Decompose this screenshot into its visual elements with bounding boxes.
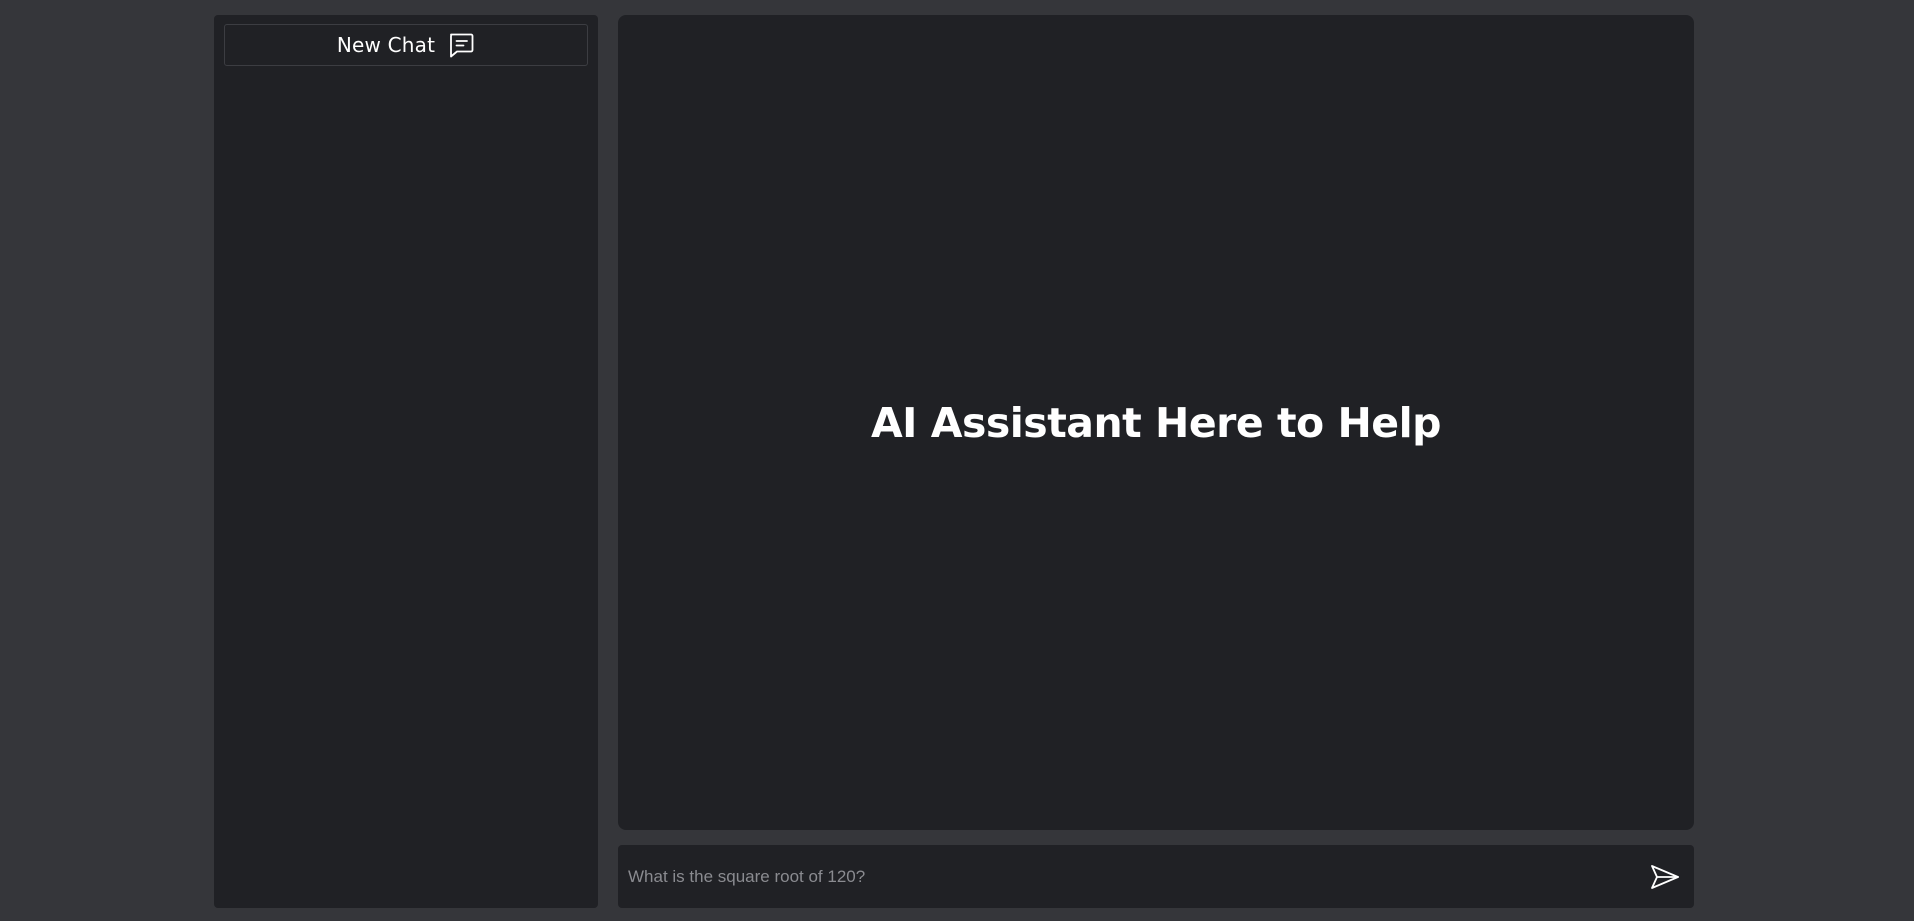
send-button[interactable] [1648, 860, 1682, 894]
chat-bubble-icon [447, 31, 475, 59]
hero-title: AI Assistant Here to Help [870, 398, 1442, 447]
composer-bar [618, 845, 1694, 908]
chat-area: AI Assistant Here to Help [618, 15, 1694, 830]
new-chat-button[interactable]: New Chat [224, 24, 588, 66]
prompt-input[interactable] [628, 845, 1648, 908]
new-chat-label: New Chat [336, 33, 436, 57]
send-icon [1650, 864, 1680, 890]
sidebar: New Chat [214, 15, 598, 908]
